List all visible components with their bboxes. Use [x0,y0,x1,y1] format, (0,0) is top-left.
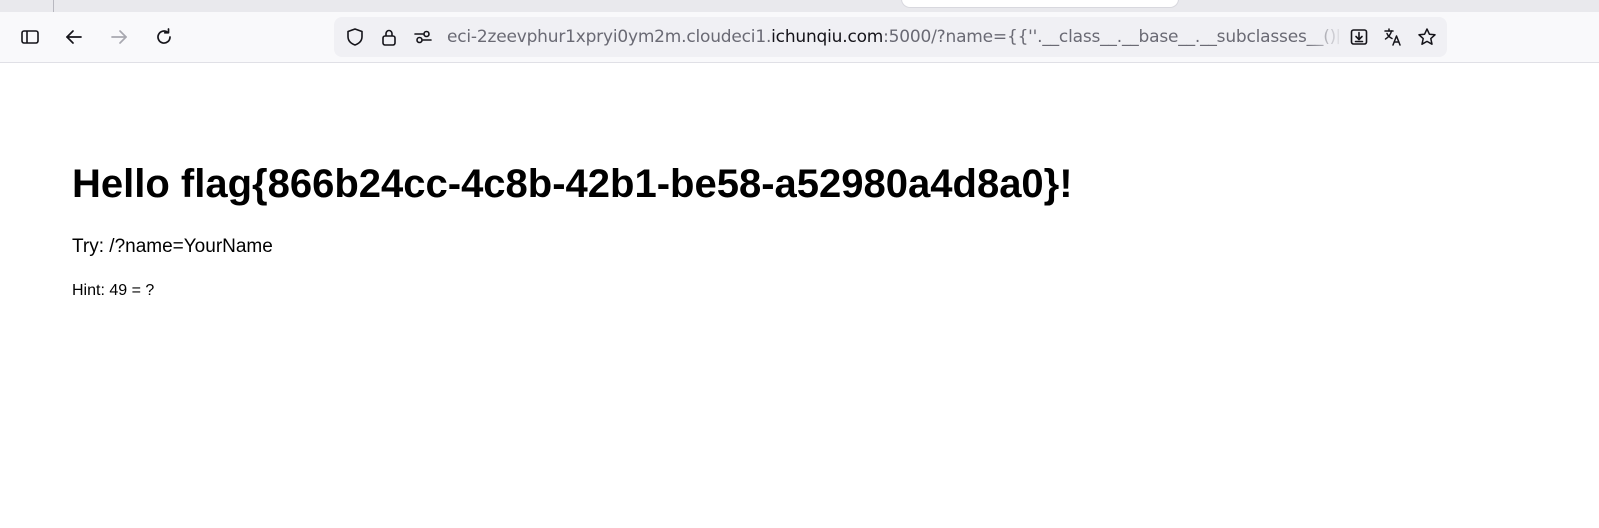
translate-icon [1384,28,1401,46]
forward-arrow-icon [111,30,127,44]
sidebar-toggle-button[interactable] [14,21,46,53]
permissions-button[interactable] [412,26,434,48]
hint-text: Hint: 49 = ? [72,282,155,299]
save-page-button[interactable] [1348,26,1370,48]
reload-icon [157,28,171,44]
url-prefix: eci-2zeevphur1xpryi0ym2m.cloudeci1. [447,27,772,47]
star-icon [1418,28,1436,45]
tab-divider [53,0,54,12]
url-fade [1304,17,1344,57]
sidebar-icon [21,30,39,44]
translate-button[interactable] [1382,26,1404,48]
shield-icon [347,28,363,46]
bookmark-button[interactable] [1416,26,1438,48]
url-text[interactable]: eci-2zeevphur1xpryi0ym2m.cloudeci1.ichun… [447,17,1339,57]
active-tab[interactable] [902,0,1178,7]
url-domain: ichunqiu.com [771,27,884,47]
try-text: Try: /?name=YourName [72,236,273,257]
tab-strip [0,0,1599,12]
permissions-icon [414,30,432,44]
forward-button[interactable] [103,21,135,53]
download-icon [1350,29,1368,45]
page-heading: Hello flag{866b24cc-4c8b-42b1-be58-a5298… [72,162,1073,206]
back-arrow-icon [66,30,82,44]
address-bar[interactable]: eci-2zeevphur1xpryi0ym2m.cloudeci1.ichun… [334,17,1447,57]
browser-toolbar: eci-2zeevphur1xpryi0ym2m.cloudeci1.ichun… [0,12,1599,63]
reload-button[interactable] [148,21,180,53]
back-button[interactable] [58,21,90,53]
site-security-button[interactable] [378,26,400,48]
lock-icon [382,29,396,46]
tracking-protection-button[interactable] [344,26,366,48]
url-path: :5000/?name={{''.__class__.__base__.__su… [883,27,1339,47]
